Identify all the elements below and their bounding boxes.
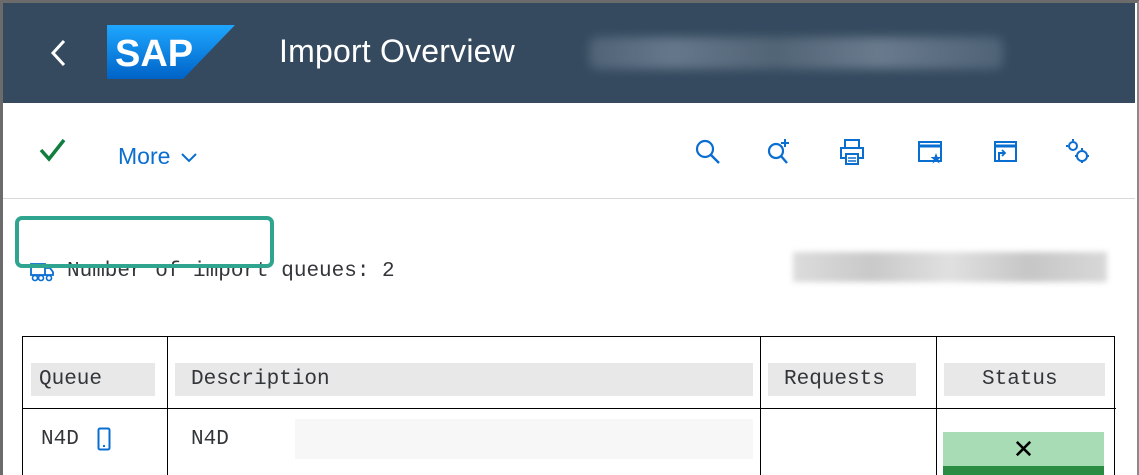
description-cell[interactable]: N4D [175,419,295,459]
description-value: N4D [191,427,229,451]
print-icon[interactable] [837,137,867,167]
header-requests[interactable]: Requests [768,363,916,396]
svg-text:SAP: SAP [115,33,193,75]
page-title: Import Overview [279,33,515,69]
header-status[interactable]: Status [944,363,1105,396]
status-cell[interactable]: ✕ [943,432,1104,466]
back-arrow-icon [50,39,66,67]
redacted-system-info [589,37,1003,69]
header-queue[interactable]: Queue [31,363,155,396]
column-divider [936,337,937,475]
header-divider [23,408,1116,409]
status-x-icon: ✕ [1012,433,1035,464]
search-next-icon[interactable] [765,137,795,167]
sap-logo: SAP [107,25,235,79]
status-bar [943,466,1104,475]
more-menu-button[interactable]: More [118,143,198,170]
settings-icon[interactable] [1063,137,1093,167]
new-session-icon[interactable] [915,137,945,167]
queue-cell[interactable]: N4D [31,419,155,459]
row-highlight-box [15,216,274,268]
column-divider [167,337,168,475]
phone-icon[interactable] [97,427,111,451]
toolbar: More [3,103,1135,199]
shell-header: SAP Import Overview [3,3,1135,103]
check-icon[interactable] [37,135,67,165]
more-label: More [118,143,171,169]
redacted-timestamp [793,252,1107,282]
queue-value: N4D [41,427,79,451]
open-window-icon[interactable] [990,137,1020,167]
header-description[interactable]: Description [175,363,753,396]
chevron-down-icon [181,152,198,162]
column-divider [760,337,761,475]
back-button[interactable] [39,31,79,75]
search-icon[interactable] [693,137,723,167]
